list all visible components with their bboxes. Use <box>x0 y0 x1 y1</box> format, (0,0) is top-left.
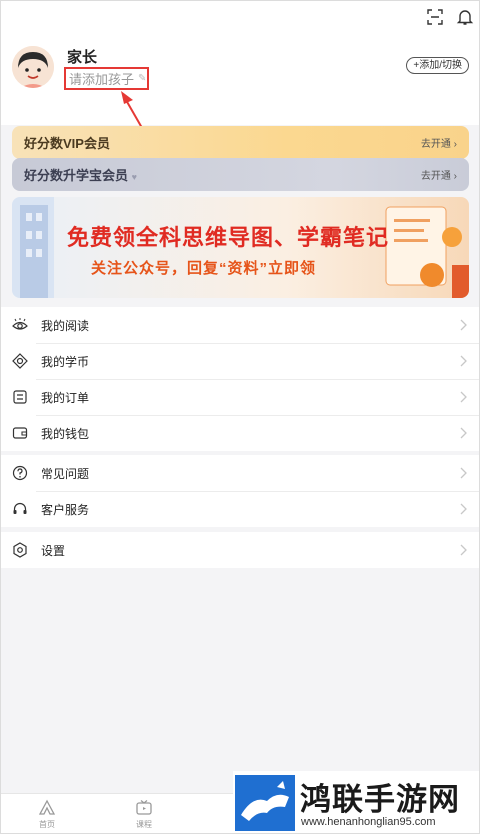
home-icon <box>38 799 56 815</box>
tv-icon <box>136 800 152 815</box>
menu-label: 我的钱包 <box>41 426 90 441</box>
menu-item-coins[interactable]: 我的学币 <box>0 343 480 379</box>
tab-label: 首页 <box>39 820 55 829</box>
menu-group-support: 常见问题 客户服务 <box>0 455 480 527</box>
menu-item-wallet[interactable]: 我的钱包 <box>0 415 480 451</box>
menu-label: 设置 <box>41 543 66 558</box>
menu-item-settings[interactable]: 设置 <box>0 532 480 568</box>
headset-icon <box>12 501 28 517</box>
upgrade-vip-activate-link[interactable]: 去开通 › <box>421 167 457 182</box>
menu-item-reading[interactable]: 我的阅读 <box>0 307 480 343</box>
site-watermark: 鸿联手游网 www.henanhonglian95.com <box>233 771 480 834</box>
menu-item-orders[interactable]: 我的订单 <box>0 379 480 415</box>
question-icon <box>12 465 28 481</box>
vip-card[interactable]: 好分数VIP会员 去开通 › <box>12 126 469 159</box>
watermark-title: 鸿联手游网 <box>300 782 460 817</box>
banner-headline: 免费领全科思维导图、学霸笔记 <box>67 225 390 250</box>
menu-label: 我的订单 <box>41 390 90 405</box>
menu-group-account: 我的阅读 我的学币 我的订单 我的钱包 <box>0 307 480 451</box>
settings-icon <box>12 542 28 558</box>
chevron-right-icon <box>460 391 467 403</box>
menu-label: 客户服务 <box>41 502 90 517</box>
chevron-right-icon <box>460 319 467 331</box>
watermark-url: www.henanhonglian95.com <box>301 816 436 828</box>
tab-label: 课程 <box>136 820 152 829</box>
menu-label: 我的学币 <box>41 354 90 369</box>
menu-group-settings: 设置 <box>0 532 480 568</box>
promo-banner[interactable]: 免费领全科思维导图、学霸笔记 关注公众号，回复“资料”立即领 <box>12 197 469 298</box>
vip-title: 好分数VIP会员 <box>24 136 110 151</box>
chevron-right-icon <box>460 355 467 367</box>
chevron-right-icon <box>460 427 467 439</box>
tab-home[interactable]: 首页 <box>27 799 67 830</box>
chevron-right-icon <box>460 544 467 556</box>
menu-label: 常见问题 <box>41 466 90 481</box>
upgrade-vip-title: 好分数升学宝会员 ♥ <box>24 168 137 183</box>
wallet-icon <box>12 425 28 441</box>
menu-item-customer-service[interactable]: 客户服务 <box>0 491 480 527</box>
tab-courses[interactable]: 课程 <box>124 799 164 830</box>
coin-icon <box>12 353 28 369</box>
banner-subline: 关注公众号，回复“资料”立即领 <box>91 260 317 277</box>
menu-label: 我的阅读 <box>41 318 90 333</box>
chevron-right-icon <box>460 503 467 515</box>
order-icon <box>12 389 28 405</box>
vip-activate-link[interactable]: 去开通 › <box>421 135 457 150</box>
eye-icon <box>12 317 28 333</box>
chevron-right-icon <box>460 467 467 479</box>
diamond-icon: ♥ <box>131 172 137 182</box>
watermark-logo-icon <box>235 775 295 831</box>
upgrade-vip-card[interactable]: 好分数升学宝会员 ♥ 去开通 › <box>12 158 469 191</box>
menu-item-faq[interactable]: 常见问题 <box>0 455 480 491</box>
